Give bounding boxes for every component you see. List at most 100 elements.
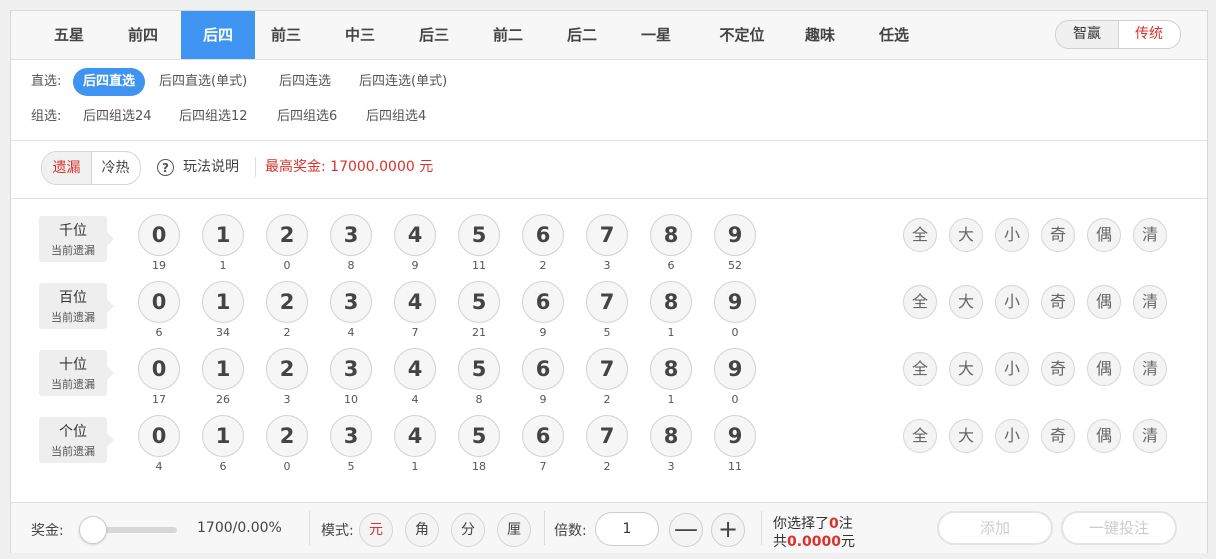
number-ball[interactable]: 9	[714, 281, 756, 323]
number-ball[interactable]: 8	[650, 348, 692, 390]
quick-select-button[interactable]: 清	[1133, 352, 1167, 386]
number-ball[interactable]: 8	[650, 415, 692, 457]
number-ball[interactable]: 6	[522, 415, 564, 457]
question-icon[interactable]: ?	[157, 159, 174, 176]
number-ball[interactable]: 8	[650, 214, 692, 256]
quick-select-button[interactable]: 全	[903, 218, 937, 252]
number-ball[interactable]: 7	[586, 281, 628, 323]
number-ball[interactable]: 2	[266, 415, 308, 457]
unit-mode-button[interactable]: 角	[405, 513, 439, 547]
quick-select-button[interactable]: 大	[949, 352, 983, 386]
mode-toggle-traditional[interactable]: 传统	[1118, 21, 1180, 48]
number-ball[interactable]: 2	[266, 281, 308, 323]
quick-select-button[interactable]: 小	[995, 285, 1029, 319]
tab-9[interactable]: 不定位	[699, 11, 785, 59]
unit-mode-button[interactable]: 元	[359, 513, 393, 547]
number-ball[interactable]: 2	[266, 348, 308, 390]
number-ball[interactable]: 7	[586, 415, 628, 457]
tab-10[interactable]: 趣味	[789, 11, 851, 59]
number-ball[interactable]: 1	[202, 348, 244, 390]
number-ball[interactable]: 5	[458, 415, 500, 457]
quick-bet-button[interactable]: 一键投注	[1061, 511, 1177, 545]
number-ball[interactable]: 0	[138, 415, 180, 457]
quick-select-button[interactable]: 全	[903, 352, 937, 386]
number-ball[interactable]: 1	[202, 214, 244, 256]
tab-8[interactable]: 一星	[625, 11, 687, 59]
unit-mode-button[interactable]: 厘	[497, 513, 531, 547]
group-option-1[interactable]: 后四组选12	[179, 103, 248, 131]
quick-select-button[interactable]: 奇	[1041, 419, 1075, 453]
direct-option-1[interactable]: 后四直选(单式)	[159, 68, 247, 96]
number-ball[interactable]: 6	[522, 348, 564, 390]
quick-select-button[interactable]: 小	[995, 419, 1029, 453]
group-option-2[interactable]: 后四组选6	[277, 103, 337, 131]
number-ball[interactable]: 2	[266, 214, 308, 256]
number-ball[interactable]: 4	[394, 348, 436, 390]
number-ball[interactable]: 3	[330, 415, 372, 457]
number-ball[interactable]: 7	[586, 348, 628, 390]
miss-toggle[interactable]: 遗漏	[42, 152, 92, 184]
quick-select-button[interactable]: 奇	[1041, 285, 1075, 319]
tab-6[interactable]: 前二	[477, 11, 539, 59]
tab-0[interactable]: 五星	[39, 11, 99, 59]
quick-select-button[interactable]: 大	[949, 419, 983, 453]
number-ball[interactable]: 3	[330, 214, 372, 256]
direct-option-3[interactable]: 后四连选(单式)	[359, 68, 447, 96]
number-ball[interactable]: 7	[586, 214, 628, 256]
number-ball[interactable]: 5	[458, 281, 500, 323]
multiple-input[interactable]: 1	[595, 512, 659, 546]
quick-select-button[interactable]: 奇	[1041, 218, 1075, 252]
tab-4[interactable]: 中三	[329, 11, 391, 59]
tab-5[interactable]: 后三	[403, 11, 465, 59]
quick-select-button[interactable]: 清	[1133, 218, 1167, 252]
unit-mode-button[interactable]: 分	[451, 513, 485, 547]
mode-toggle-smart[interactable]: 智赢	[1056, 21, 1119, 48]
add-button[interactable]: 添加	[937, 511, 1053, 545]
quick-select-button[interactable]: 小	[995, 352, 1029, 386]
tab-7[interactable]: 后二	[551, 11, 613, 59]
number-ball[interactable]: 8	[650, 281, 692, 323]
quick-select-button[interactable]: 偶	[1087, 419, 1121, 453]
direct-option-2[interactable]: 后四连选	[279, 68, 331, 96]
quick-select-button[interactable]: 偶	[1087, 218, 1121, 252]
direct-option-0[interactable]: 后四直选	[73, 68, 146, 96]
number-ball[interactable]: 5	[458, 348, 500, 390]
quick-select-button[interactable]: 小	[995, 218, 1029, 252]
number-ball[interactable]: 6	[522, 281, 564, 323]
quick-select-button[interactable]: 全	[903, 285, 937, 319]
hot-cold-toggle[interactable]: 冷热	[91, 152, 140, 184]
number-ball[interactable]: 0	[138, 214, 180, 256]
tab-2[interactable]: 后四	[181, 11, 255, 59]
quick-select-button[interactable]: 大	[949, 218, 983, 252]
increase-button[interactable]: +	[711, 513, 745, 547]
tab-3[interactable]: 前三	[255, 11, 317, 59]
quick-select-button[interactable]: 清	[1133, 419, 1167, 453]
quick-select-button[interactable]: 奇	[1041, 352, 1075, 386]
number-ball[interactable]: 6	[522, 214, 564, 256]
quick-select-button[interactable]: 偶	[1087, 352, 1121, 386]
decrease-button[interactable]: —	[669, 513, 703, 547]
number-ball[interactable]: 9	[714, 214, 756, 256]
prize-slider-handle[interactable]	[79, 516, 107, 544]
number-ball[interactable]: 0	[138, 348, 180, 390]
number-ball[interactable]: 0	[138, 281, 180, 323]
number-ball[interactable]: 4	[394, 415, 436, 457]
number-ball[interactable]: 3	[330, 348, 372, 390]
number-ball[interactable]: 4	[394, 281, 436, 323]
number-ball[interactable]: 9	[714, 415, 756, 457]
number-ball[interactable]: 1	[202, 281, 244, 323]
number-ball[interactable]: 3	[330, 281, 372, 323]
tab-11[interactable]: 任选	[863, 11, 925, 59]
quick-select-button[interactable]: 偶	[1087, 285, 1121, 319]
number-ball[interactable]: 9	[714, 348, 756, 390]
number-ball[interactable]: 4	[394, 214, 436, 256]
number-ball[interactable]: 1	[202, 415, 244, 457]
tab-1[interactable]: 前四	[111, 11, 175, 59]
group-option-0[interactable]: 后四组选24	[83, 103, 152, 131]
quick-select-button[interactable]: 清	[1133, 285, 1167, 319]
quick-select-button[interactable]: 大	[949, 285, 983, 319]
number-ball[interactable]: 5	[458, 214, 500, 256]
group-option-3[interactable]: 后四组选4	[366, 103, 426, 131]
quick-select-button[interactable]: 全	[903, 419, 937, 453]
play-help-link[interactable]: 玩法说明	[183, 156, 239, 176]
